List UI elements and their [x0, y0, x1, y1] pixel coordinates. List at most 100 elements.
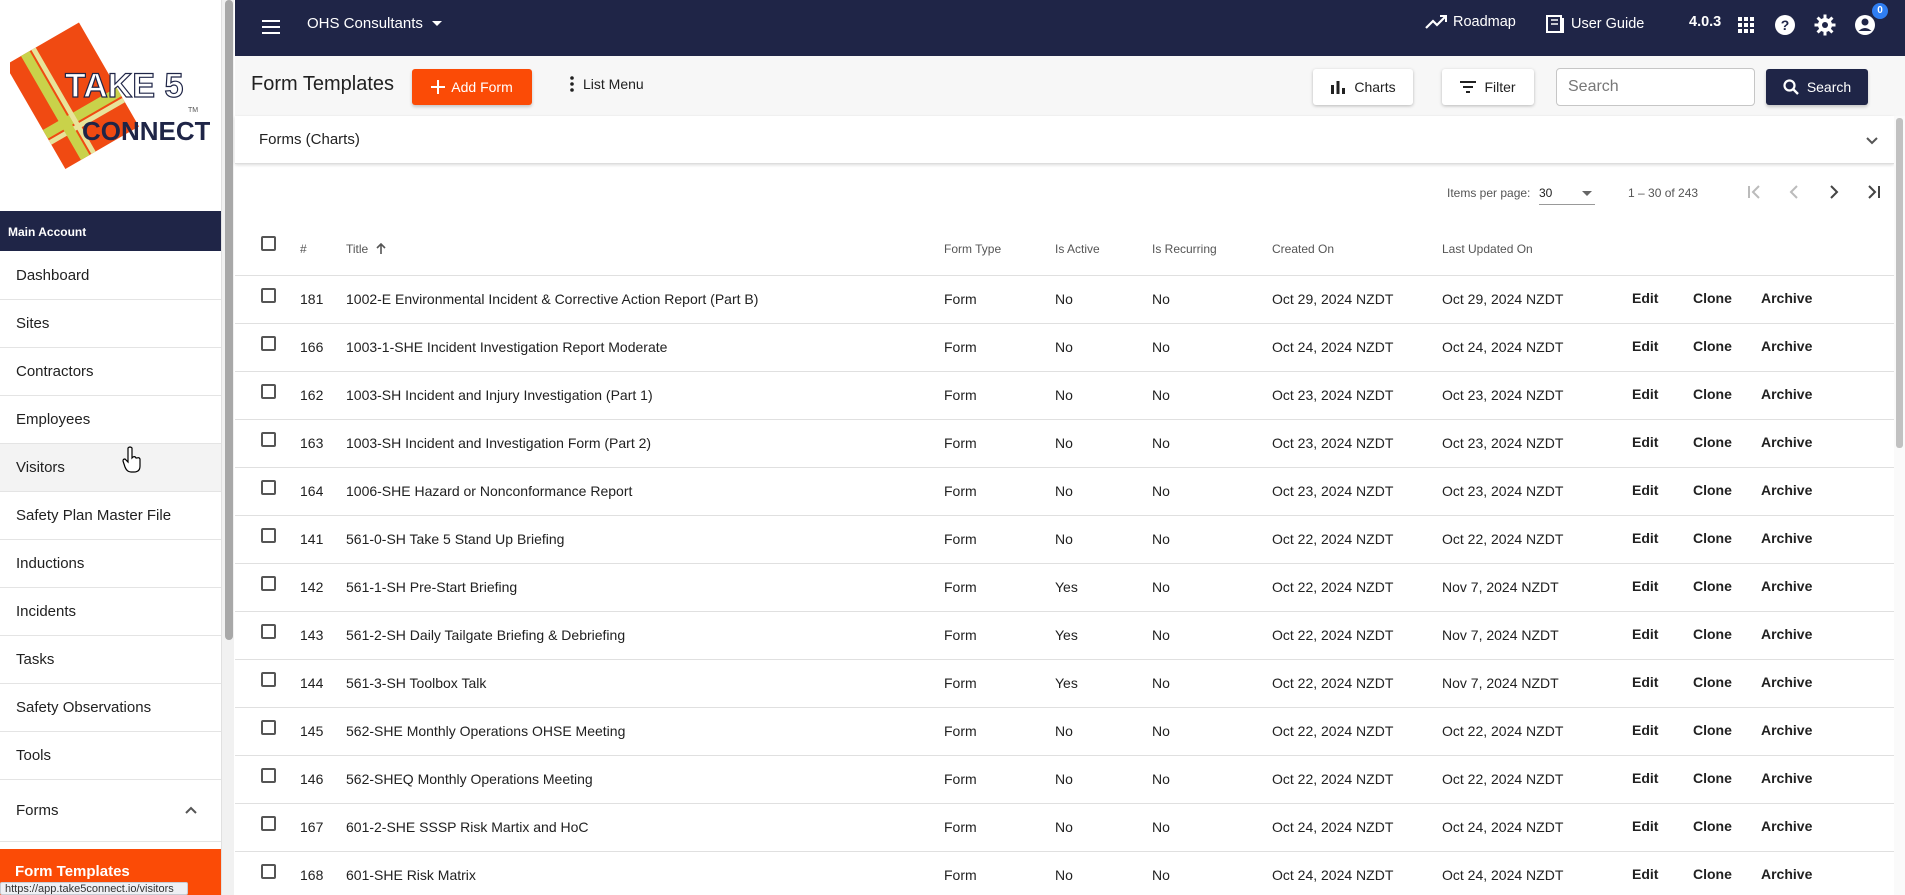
clone-button[interactable]: Clone — [1693, 578, 1732, 594]
edit-button[interactable]: Edit — [1632, 818, 1658, 834]
row-checkbox[interactable] — [261, 624, 276, 639]
table-row[interactable]: 162 1003-SH Incident and Injury Investiga… — [235, 372, 1894, 420]
search-button[interactable]: Search — [1766, 69, 1868, 105]
row-checkbox[interactable] — [261, 288, 276, 303]
clone-button[interactable]: Clone — [1693, 866, 1732, 882]
table-row[interactable]: 166 1003-1-SHE Incident Investigation Rep… — [235, 324, 1894, 372]
clone-button[interactable]: Clone — [1693, 674, 1732, 690]
table-row[interactable]: 143 561-2-SH Daily Tailgate Briefing & De… — [235, 612, 1894, 660]
sidebar-item-safety-observations[interactable]: Safety Observations — [0, 684, 221, 732]
items-per-page-select[interactable]: 30 — [1539, 181, 1595, 205]
archive-button[interactable]: Archive — [1761, 338, 1812, 354]
sidebar-item-dashboard[interactable]: Dashboard — [0, 252, 221, 300]
sidebar-item-tasks[interactable]: Tasks — [0, 636, 221, 684]
header-form-type[interactable]: Form Type — [944, 242, 1001, 256]
archive-button[interactable]: Archive — [1761, 482, 1812, 498]
archive-button[interactable]: Archive — [1761, 578, 1812, 594]
header-created-on[interactable]: Created On — [1272, 242, 1334, 256]
help-icon[interactable]: ? — [1773, 13, 1797, 37]
table-row[interactable]: 167 601-2-SHE SSSP Risk Martix and HoC For… — [235, 804, 1894, 852]
header-title[interactable]: Title — [346, 242, 386, 256]
settings-gear-icon[interactable] — [1813, 13, 1837, 37]
row-checkbox[interactable] — [261, 672, 276, 687]
sidebar-item-visitors[interactable]: Visitors — [0, 444, 221, 492]
clone-button[interactable]: Clone — [1693, 722, 1732, 738]
user-guide-button[interactable]: User Guide — [1545, 14, 1644, 34]
row-checkbox[interactable] — [261, 528, 276, 543]
sidebar-item-incidents[interactable]: Incidents — [0, 588, 221, 636]
archive-button[interactable]: Archive — [1761, 770, 1812, 786]
table-row[interactable]: 145 562-SHE Monthly Operations OHSE Meeti… — [235, 708, 1894, 756]
table-row[interactable]: 168 601-SHE Risk Matrix Form No No Oct 24, 20… — [235, 852, 1894, 895]
archive-button[interactable]: Archive — [1761, 674, 1812, 690]
take5-connect-logo[interactable]: TAKE 5 CONNECT TM — [10, 12, 210, 172]
clone-button[interactable]: Clone — [1693, 818, 1732, 834]
archive-button[interactable]: Archive — [1761, 290, 1812, 306]
edit-button[interactable]: Edit — [1632, 434, 1658, 450]
archive-button[interactable]: Archive — [1761, 722, 1812, 738]
forms-charts-panel[interactable]: Forms (Charts) — [235, 116, 1894, 164]
apps-grid-icon[interactable] — [1734, 13, 1758, 37]
header-last-updated-on[interactable]: Last Updated On — [1442, 242, 1533, 256]
row-checkbox[interactable] — [261, 432, 276, 447]
sidebar-item-employees[interactable]: Employees — [0, 396, 221, 444]
clone-button[interactable]: Clone — [1693, 626, 1732, 642]
row-checkbox[interactable] — [261, 384, 276, 399]
row-checkbox[interactable] — [261, 768, 276, 783]
clone-button[interactable]: Clone — [1693, 290, 1732, 306]
edit-button[interactable]: Edit — [1632, 290, 1658, 306]
charts-button[interactable]: Charts — [1313, 69, 1413, 105]
organization-selector[interactable]: OHS Consultants — [307, 15, 443, 32]
edit-button[interactable]: Edit — [1632, 530, 1658, 546]
table-row[interactable]: 144 561-3-SH Toolbox Talk Form Yes No Oct 22,… — [235, 660, 1894, 708]
edit-button[interactable]: Edit — [1632, 578, 1658, 594]
filter-button[interactable]: Filter — [1442, 69, 1534, 105]
last-page-icon[interactable] — [1862, 180, 1886, 204]
edit-button[interactable]: Edit — [1632, 482, 1658, 498]
clone-button[interactable]: Clone — [1693, 530, 1732, 546]
archive-button[interactable]: Archive — [1761, 434, 1812, 450]
clone-button[interactable]: Clone — [1693, 434, 1732, 450]
clone-button[interactable]: Clone — [1693, 386, 1732, 402]
row-checkbox[interactable] — [261, 864, 276, 879]
row-checkbox[interactable] — [261, 336, 276, 351]
table-row[interactable]: 142 561-1-SH Pre-Start Briefing Form Yes No O… — [235, 564, 1894, 612]
sidebar-item-safety-plan-master-file[interactable]: Safety Plan Master File — [0, 492, 221, 540]
edit-button[interactable]: Edit — [1632, 386, 1658, 402]
content-scrollbar[interactable] — [1894, 116, 1905, 895]
archive-button[interactable]: Archive — [1761, 818, 1812, 834]
first-page-icon[interactable] — [1742, 180, 1766, 204]
clone-button[interactable]: Clone — [1693, 482, 1732, 498]
next-page-icon[interactable] — [1822, 180, 1846, 204]
clone-button[interactable]: Clone — [1693, 770, 1732, 786]
roadmap-button[interactable]: Roadmap — [1425, 14, 1516, 30]
previous-page-icon[interactable] — [1782, 180, 1806, 204]
sidebar-item-contractors[interactable]: Contractors — [0, 348, 221, 396]
edit-button[interactable]: Edit — [1632, 722, 1658, 738]
search-input[interactable] — [1556, 68, 1755, 106]
edit-button[interactable]: Edit — [1632, 770, 1658, 786]
sidebar-item-sites[interactable]: Sites — [0, 300, 221, 348]
header-num[interactable]: # — [300, 242, 307, 256]
archive-button[interactable]: Archive — [1761, 866, 1812, 882]
archive-button[interactable]: Archive — [1761, 386, 1812, 402]
table-row[interactable]: 164 1006-SHE Hazard or Nonconformance Rep… — [235, 468, 1894, 516]
sidebar-item-inductions[interactable]: Inductions — [0, 540, 221, 588]
table-row[interactable]: 181 1002-E Environmental Incident & Corre… — [235, 276, 1894, 324]
sidebar-scrollbar[interactable] — [221, 0, 234, 895]
clone-button[interactable]: Clone — [1693, 338, 1732, 354]
header-is-recurring[interactable]: Is Recurring — [1152, 242, 1217, 256]
sidebar-item-tools[interactable]: Tools — [0, 732, 221, 780]
edit-button[interactable]: Edit — [1632, 674, 1658, 690]
table-row[interactable]: 141 561-0-SH Take 5 Stand Up Briefing Form… — [235, 516, 1894, 564]
add-form-button[interactable]: Add Form — [412, 69, 532, 105]
edit-button[interactable]: Edit — [1632, 866, 1658, 882]
row-checkbox[interactable] — [261, 816, 276, 831]
edit-button[interactable]: Edit — [1632, 626, 1658, 642]
archive-button[interactable]: Archive — [1761, 530, 1812, 546]
hamburger-menu-icon[interactable] — [260, 16, 282, 38]
edit-button[interactable]: Edit — [1632, 338, 1658, 354]
archive-button[interactable]: Archive — [1761, 626, 1812, 642]
table-row[interactable]: 146 562-SHEQ Monthly Operations Meeting Fo… — [235, 756, 1894, 804]
list-menu-button[interactable]: List Menu — [569, 76, 644, 92]
